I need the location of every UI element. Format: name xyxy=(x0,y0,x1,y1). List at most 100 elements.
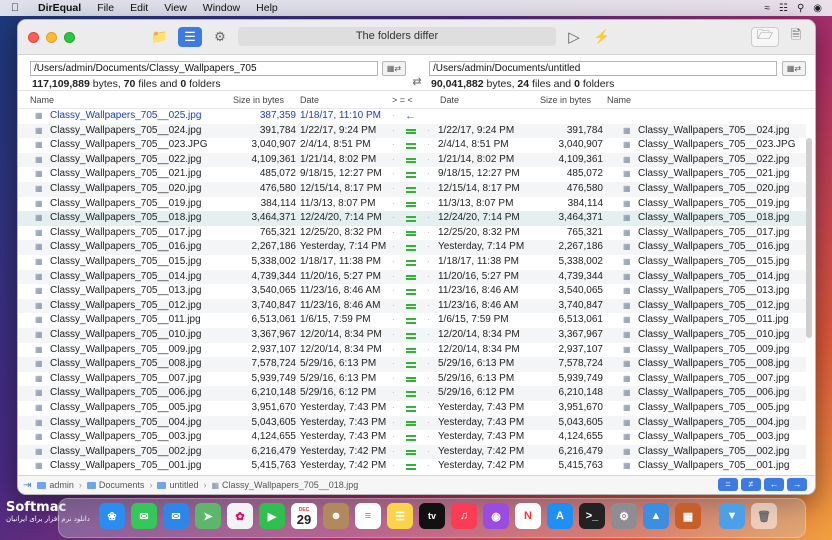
right-file-name[interactable]: Classy_Wallpapers_705__020.jpg xyxy=(638,182,808,197)
notes-icon[interactable]: ☰ xyxy=(387,503,413,529)
equal-icon[interactable] xyxy=(405,386,419,401)
table-row[interactable]: ▦ Classy_Wallpapers_705__019.jpg 384,114 11… xyxy=(18,197,806,212)
left-file-name[interactable]: Classy_Wallpapers_705__021.jpg xyxy=(50,167,230,182)
table-row[interactable]: ▦ Classy_Wallpapers_705__007.jpg 5,939,749… xyxy=(18,372,806,387)
table-row[interactable]: ▦ Classy_Wallpapers_705__010.jpg 3,367,967… xyxy=(18,328,806,343)
right-file-name[interactable]: Classy_Wallpapers_705__008.jpg xyxy=(638,357,808,372)
left-file-name[interactable]: Classy_Wallpapers_705__022.jpg xyxy=(50,153,230,168)
equal-icon[interactable] xyxy=(405,211,419,226)
table-row[interactable]: ▦ Classy_Wallpapers_705__003.jpg 4,124,655… xyxy=(18,430,806,445)
siri-icon[interactable]: ◉ xyxy=(813,3,822,14)
maps-icon[interactable]: ➤ xyxy=(195,503,221,529)
left-file-name[interactable]: Classy_Wallpapers_705__006.jpg xyxy=(50,386,230,401)
direqual-dock-icon[interactable]: ▲ xyxy=(643,503,669,529)
music-icon[interactable]: ♫ xyxy=(451,503,477,529)
right-file-name[interactable]: Classy_Wallpapers_705__007.jpg xyxy=(638,372,808,387)
right-file-name[interactable]: Classy_Wallpapers_705__015.jpg xyxy=(638,255,808,270)
left-file-name[interactable]: Classy_Wallpapers_705__013.jpg xyxy=(50,284,230,299)
mail-icon[interactable]: ✉ xyxy=(163,503,189,529)
menu-help[interactable]: Help xyxy=(248,2,286,14)
table-row[interactable]: ▦ Classy_Wallpapers_705__011.jpg 6,513,061… xyxy=(18,313,806,328)
equal-icon[interactable] xyxy=(405,153,419,168)
equal-icon[interactable] xyxy=(405,459,419,474)
next-diff-button[interactable]: → xyxy=(787,478,807,491)
equal-icon[interactable] xyxy=(405,197,419,212)
equal-icon[interactable] xyxy=(405,226,419,241)
left-file-name[interactable]: Classy_Wallpapers_705__015.jpg xyxy=(50,255,230,270)
equal-icon[interactable] xyxy=(405,124,419,139)
menu-app-name[interactable]: DirEqual xyxy=(30,2,89,14)
downloads-folder-icon[interactable]: ▼ xyxy=(719,503,745,529)
calendar-icon[interactable]: DEC 29 xyxy=(291,503,317,529)
left-file-name[interactable]: Classy_Wallpapers_705__011.jpg xyxy=(50,313,230,328)
left-file-name[interactable]: Classy_Wallpapers_705__002.jpg xyxy=(50,445,230,460)
table-row[interactable]: ▦ Classy_Wallpapers_705__004.jpg 5,043,605… xyxy=(18,415,806,431)
right-path-browse-button[interactable]: ▦⇄ xyxy=(782,61,806,76)
equal-icon[interactable] xyxy=(405,313,419,328)
wifi-icon[interactable]: ≈ xyxy=(764,3,770,14)
right-file-name[interactable]: Classy_Wallpapers_705__012.jpg xyxy=(638,299,808,314)
left-file-name[interactable]: Classy_Wallpapers_705__010.jpg xyxy=(50,328,230,343)
minimize-window-button[interactable] xyxy=(46,31,57,43)
equal-icon[interactable] xyxy=(405,138,419,153)
col-right-name[interactable]: Name xyxy=(607,95,631,105)
col-right-date[interactable]: Date xyxy=(440,95,459,105)
equal-icon[interactable] xyxy=(405,372,419,387)
right-file-name[interactable]: Classy_Wallpapers_705__010.jpg xyxy=(638,328,808,343)
menu-edit[interactable]: Edit xyxy=(122,2,156,14)
menu-view[interactable]: View xyxy=(156,2,195,14)
col-size[interactable]: Size in bytes xyxy=(233,95,284,105)
table-row[interactable]: ▦ Classy_Wallpapers_705__021.jpg 485,072 9/… xyxy=(18,167,806,182)
diff-filter-button[interactable]: ≠ xyxy=(741,478,761,491)
play-compare-icon[interactable]: ▷ xyxy=(562,27,586,47)
right-file-name[interactable]: Classy_Wallpapers_705__005.jpg xyxy=(638,401,808,416)
zoom-window-button[interactable] xyxy=(64,31,75,43)
previous-diff-button[interactable]: ← xyxy=(764,478,784,491)
col-compare[interactable]: > = < xyxy=(392,95,413,105)
table-row[interactable]: ▦ Classy_Wallpapers_705__008.jpg 7,578,724… xyxy=(18,357,806,372)
swap-icon[interactable]: ⇄ xyxy=(405,73,429,89)
sidebar-toggle-icon[interactable]: ⇥ xyxy=(23,480,31,491)
table-row[interactable]: ▦ Classy_Wallpapers_705__024.jpg 391,784 1/… xyxy=(18,123,806,139)
right-file-name[interactable]: Classy_Wallpapers_705__009.jpg xyxy=(638,343,808,358)
apple-icon[interactable]:  xyxy=(0,2,30,14)
left-file-name[interactable]: Classy_Wallpapers_705__025.jpg xyxy=(50,109,230,124)
table-row[interactable]: ▦ Classy_Wallpapers_705__023.JPG 3,040,907… xyxy=(18,138,806,153)
right-file-name[interactable]: Classy_Wallpapers_705__019.jpg xyxy=(638,197,808,212)
lightning-icon[interactable]: ⚡ xyxy=(590,27,614,47)
equal-icon[interactable] xyxy=(405,255,419,270)
equal-icon[interactable] xyxy=(405,270,419,285)
contacts-icon[interactable]: ☻ xyxy=(323,503,349,529)
right-file-name[interactable]: Classy_Wallpapers_705__011.jpg xyxy=(638,313,808,328)
equal-icon[interactable] xyxy=(405,343,419,358)
reminders-icon[interactable]: ≡ xyxy=(355,503,381,529)
equal-icon[interactable] xyxy=(405,328,419,343)
equal-icon[interactable] xyxy=(405,182,419,197)
left-file-name[interactable]: Classy_Wallpapers_705__007.jpg xyxy=(50,372,230,387)
left-file-name[interactable]: Classy_Wallpapers_705__018.jpg xyxy=(50,211,230,226)
col-right-size[interactable]: Size in bytes xyxy=(540,95,591,105)
left-file-name[interactable]: Classy_Wallpapers_705__017.jpg xyxy=(50,226,230,241)
table-row[interactable]: ▦ Classy_Wallpapers_705__016.jpg 2,267,186… xyxy=(18,240,806,255)
table-row[interactable]: ▦ Classy_Wallpapers_705__006.jpg 6,210,148… xyxy=(18,386,806,401)
left-file-name[interactable]: Classy_Wallpapers_705__020.jpg xyxy=(50,182,230,197)
table-row[interactable]: ▦ Classy_Wallpapers_705__025.jpg 387,359 1/… xyxy=(18,109,806,124)
trash-icon[interactable]: 🗑 xyxy=(751,503,777,529)
news-icon[interactable]: N xyxy=(515,503,541,529)
left-path-field[interactable]: /Users/admin/Documents/Classy_Wallpapers… xyxy=(30,61,378,76)
right-file-name[interactable]: Classy_Wallpapers_705__023.JPG xyxy=(638,138,808,153)
breadcrumb-item[interactable]: admin xyxy=(49,480,74,490)
left-file-name[interactable]: Classy_Wallpapers_705__024.jpg xyxy=(50,124,230,139)
document-icon[interactable]: 🗎 xyxy=(784,27,808,47)
breadcrumb-item[interactable]: Classy_Wallpapers_705__018.jpg xyxy=(222,480,358,490)
archive-app-icon[interactable]: ▦ xyxy=(675,503,701,529)
left-file-name[interactable]: Classy_Wallpapers_705__001.jpg xyxy=(50,459,230,474)
equal-icon[interactable] xyxy=(405,401,419,416)
table-row[interactable]: ▦ Classy_Wallpapers_705__005.jpg 3,951,670… xyxy=(18,401,806,416)
terminal-icon[interactable]: >_ xyxy=(579,503,605,529)
left-file-name[interactable]: Classy_Wallpapers_705__014.jpg xyxy=(50,270,230,285)
facetime-icon[interactable]: ▶ xyxy=(259,503,285,529)
spotlight-icon[interactable]: ⚲ xyxy=(797,3,804,14)
messages-icon[interactable]: ✉ xyxy=(131,503,157,529)
open-folder-icon[interactable]: 🗁 xyxy=(751,27,779,47)
